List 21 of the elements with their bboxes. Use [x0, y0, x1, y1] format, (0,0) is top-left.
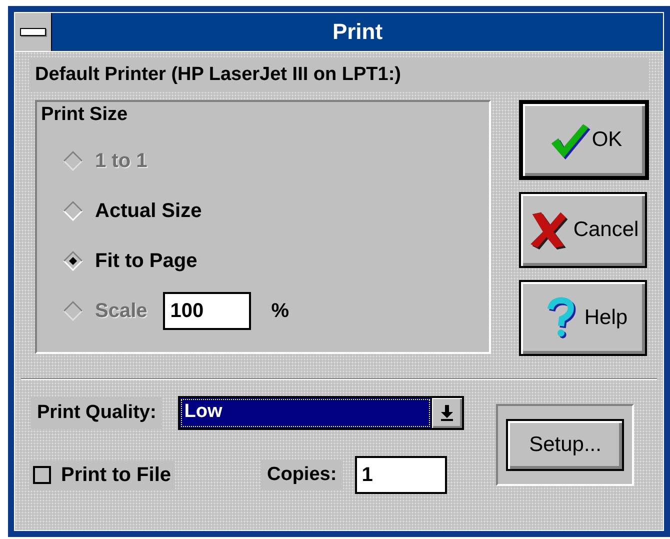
checkbox[interactable]	[33, 466, 51, 484]
window-title: Print	[331, 18, 384, 46]
radio-label: Fit to Page	[95, 250, 198, 272]
dropdown-arrow-icon	[440, 405, 454, 421]
radio-label: Actual Size	[95, 200, 202, 222]
cancel-button[interactable]: Cancel	[519, 192, 647, 268]
setup-button[interactable]: Setup...	[506, 419, 624, 471]
radio-label: 1 to 1	[95, 150, 148, 172]
print-to-file-label: Print to File	[61, 464, 171, 486]
percent-label: %	[271, 300, 290, 322]
radio-label: Scale	[95, 300, 148, 322]
print-quality-label: Print Quality:	[31, 397, 162, 429]
scale-input[interactable]: 100	[163, 292, 252, 330]
help-button[interactable]: Help	[519, 280, 647, 356]
printer-label: Default Printer (HP LaserJet III on LPT1:)	[29, 58, 649, 92]
group-title: Print Size	[41, 104, 129, 126]
copies-label: Copies:	[261, 460, 343, 490]
system-menu-button[interactable]	[15, 13, 52, 51]
copies-input[interactable]: 1	[354, 456, 447, 494]
print-quality-dropdown[interactable]: Low	[178, 396, 464, 430]
ok-button[interactable]: OK	[519, 100, 649, 180]
